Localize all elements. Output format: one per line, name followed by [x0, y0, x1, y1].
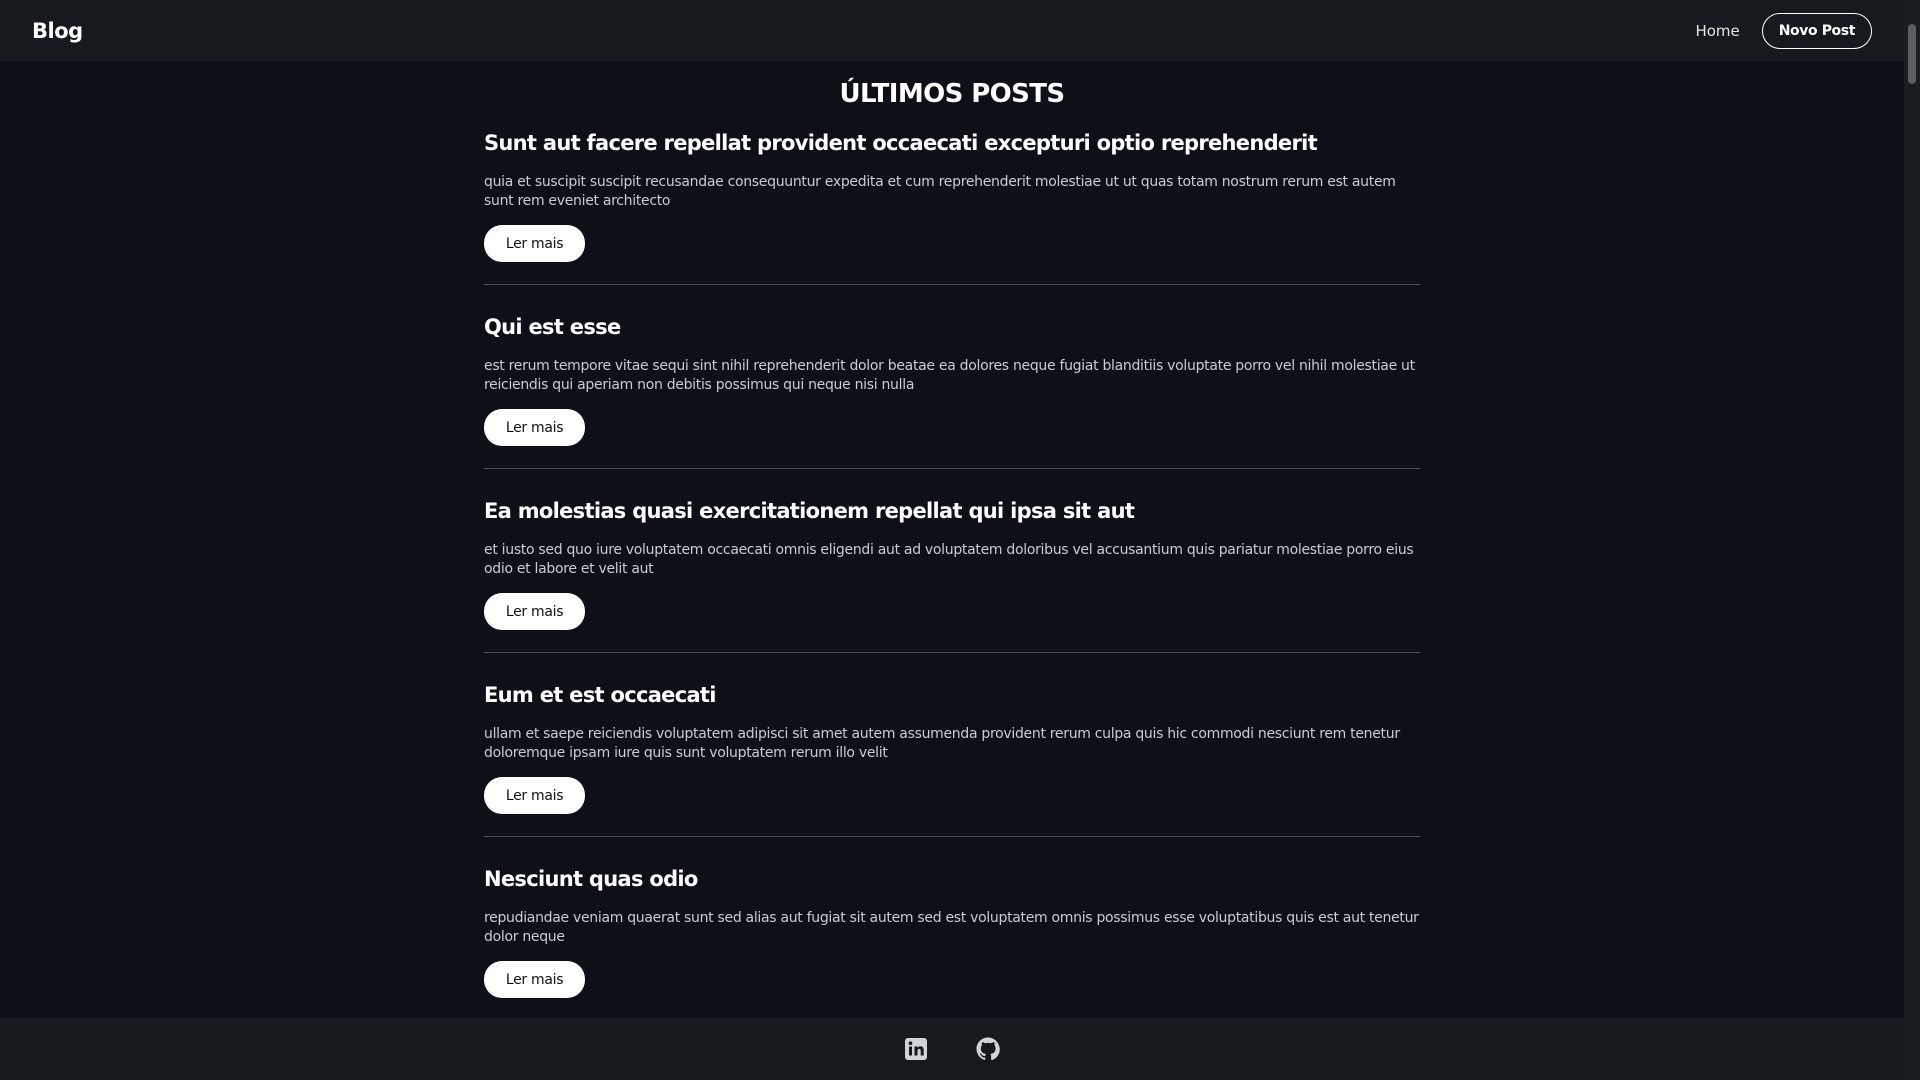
page-scrollbar[interactable] [1904, 0, 1920, 1080]
top-navbar: Blog Home Novo Post [0, 0, 1904, 61]
github-icon[interactable] [976, 1037, 1000, 1061]
read-more-button[interactable]: Ler mais [484, 225, 585, 262]
footer [0, 1018, 1904, 1080]
post-item: Qui est esse est rerum tempore vitae seq… [484, 313, 1420, 469]
read-more-button[interactable]: Ler mais [484, 961, 585, 998]
post-excerpt: et iusto sed quo iure voluptatem occaeca… [484, 542, 1414, 577]
post-title: Ea molestias quasi exercitationem repell… [484, 499, 1135, 523]
post-title: Nesciunt quas odio [484, 867, 698, 891]
post-list: Sunt aut facere repellat provident occae… [484, 129, 1420, 1018]
post-excerpt: repudiandae veniam quaerat sunt sed alia… [484, 910, 1419, 945]
read-more-button[interactable]: Ler mais [484, 409, 585, 446]
main-content: ÚLTIMOS POSTS Sunt aut facere repellat p… [0, 61, 1904, 1018]
post-item: Sunt aut facere repellat provident occae… [484, 129, 1420, 285]
post-excerpt: ullam et saepe reiciendis voluptatem adi… [484, 726, 1400, 761]
post-excerpt: quia et suscipit suscipit recusandae con… [484, 174, 1396, 209]
nav-links: Home Novo Post [1695, 12, 1872, 49]
nav-home-link[interactable]: Home [1695, 22, 1739, 40]
post-excerpt: est rerum tempore vitae sequi sint nihil… [484, 358, 1415, 393]
brand-logo[interactable]: Blog [32, 19, 83, 43]
post-item: Ea molestias quasi exercitationem repell… [484, 497, 1420, 653]
post-title: Eum et est occaecati [484, 683, 716, 707]
post-title: Qui est esse [484, 315, 621, 339]
read-more-button[interactable]: Ler mais [484, 777, 585, 814]
read-more-button[interactable]: Ler mais [484, 593, 585, 630]
page-title: ÚLTIMOS POSTS [839, 79, 1065, 109]
scrollbar-thumb[interactable] [1908, 24, 1916, 84]
linkedin-icon[interactable] [904, 1037, 928, 1061]
new-post-button[interactable]: Novo Post [1761, 12, 1872, 49]
post-item: Eum et est occaecati ullam et saepe reic… [484, 681, 1420, 837]
post-title: Sunt aut facere repellat provident occae… [484, 131, 1318, 155]
post-item: Nesciunt quas odio repudiandae veniam qu… [484, 865, 1420, 1018]
